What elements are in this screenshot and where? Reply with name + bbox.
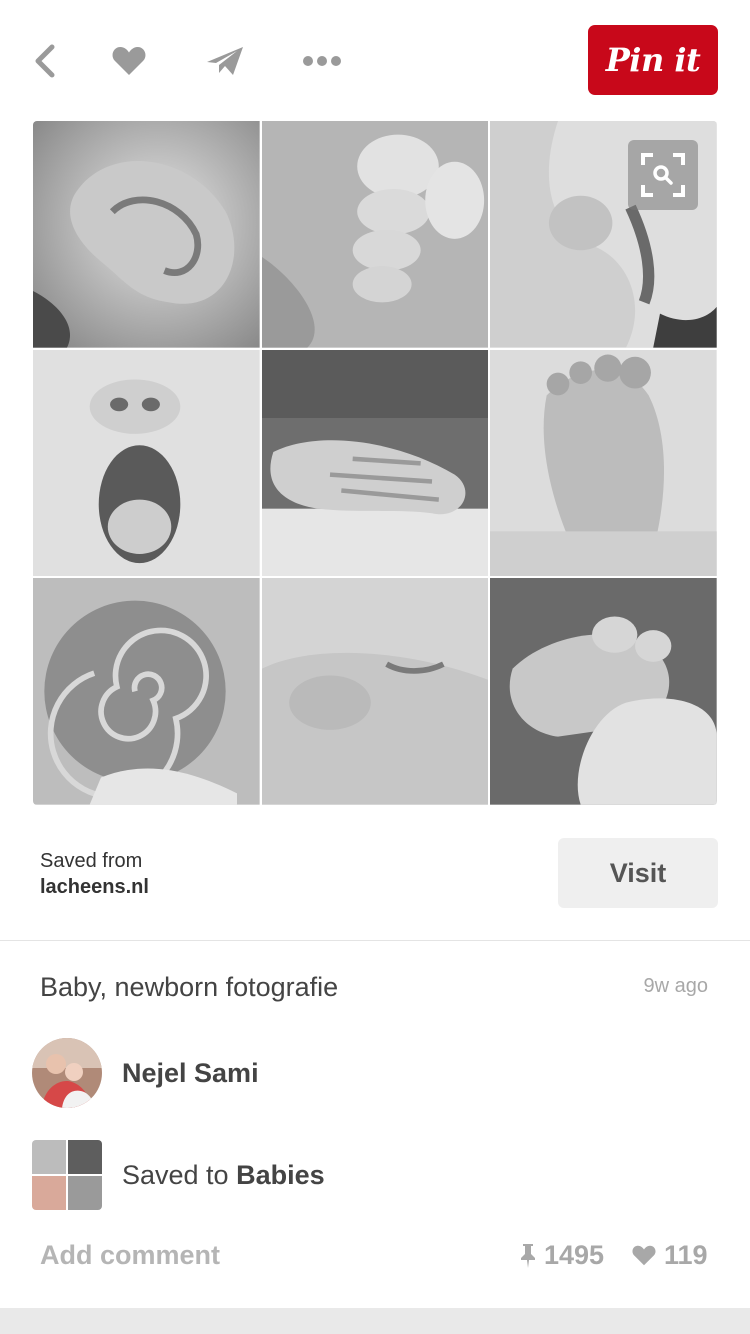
- repin-count[interactable]: 1495: [520, 1240, 604, 1271]
- source-info: Saved from lacheens.nl: [40, 848, 149, 900]
- visit-button[interactable]: Visit: [558, 838, 718, 908]
- visual-search-button[interactable]: [628, 140, 698, 210]
- board-thumbnail[interactable]: [32, 1140, 102, 1210]
- pin-closeup-screen: Pin it Saved from lacheens.nl Visit Baby…: [0, 0, 750, 1334]
- paper-plane-icon: [207, 47, 243, 75]
- photo-hair-swirl: [33, 578, 260, 805]
- pinner-row[interactable]: Nejel Sami: [32, 1037, 259, 1109]
- repin-count-value: 1495: [544, 1240, 605, 1270]
- board-name[interactable]: Babies: [236, 1160, 325, 1190]
- top-bar: Pin it: [0, 0, 750, 120]
- more-button[interactable]: [297, 36, 347, 86]
- avatar[interactable]: [32, 1038, 102, 1108]
- pin-image[interactable]: [33, 121, 717, 805]
- pin-description: Baby, newborn fotografie: [40, 972, 339, 1002]
- source-domain[interactable]: lacheens.nl: [40, 874, 149, 900]
- like-count-value: 119: [664, 1240, 708, 1270]
- chevron-left-icon: [35, 44, 55, 78]
- visual-search-icon: [641, 153, 685, 197]
- photo-yawning-mouth: [33, 349, 260, 577]
- pin-it-button[interactable]: Pin it: [588, 25, 718, 95]
- like-button[interactable]: [104, 36, 154, 86]
- bottom-bar: [0, 1308, 750, 1334]
- more-dots-icon: [303, 56, 341, 66]
- photo-tiny-hands: [261, 349, 489, 577]
- photo-foot-sole: [490, 349, 717, 577]
- comment-row: Add comment 1495 119: [40, 1240, 710, 1280]
- heart-icon: [632, 1245, 656, 1266]
- photo-ear: [33, 121, 260, 348]
- heart-icon: [112, 47, 146, 75]
- saved-to-prefix: Saved to: [122, 1159, 237, 1190]
- photo-toes: [261, 121, 489, 348]
- saved-to-text[interactable]: Saved to Babies: [122, 1160, 325, 1191]
- back-button[interactable]: [20, 36, 70, 86]
- photo-closed-eye: [261, 578, 489, 805]
- like-count[interactable]: 119: [632, 1240, 708, 1271]
- pinner-name[interactable]: Nejel Sami: [122, 1058, 259, 1089]
- send-button[interactable]: [200, 36, 250, 86]
- divider: [0, 940, 750, 941]
- pushpin-icon: [521, 1243, 535, 1268]
- photo-hand-grip: [490, 578, 717, 805]
- add-comment-button[interactable]: Add comment: [40, 1240, 220, 1271]
- time-ago: 9w ago: [643, 975, 709, 997]
- board-row[interactable]: Saved to Babies: [32, 1140, 325, 1210]
- saved-from-label: Saved from: [40, 850, 143, 872]
